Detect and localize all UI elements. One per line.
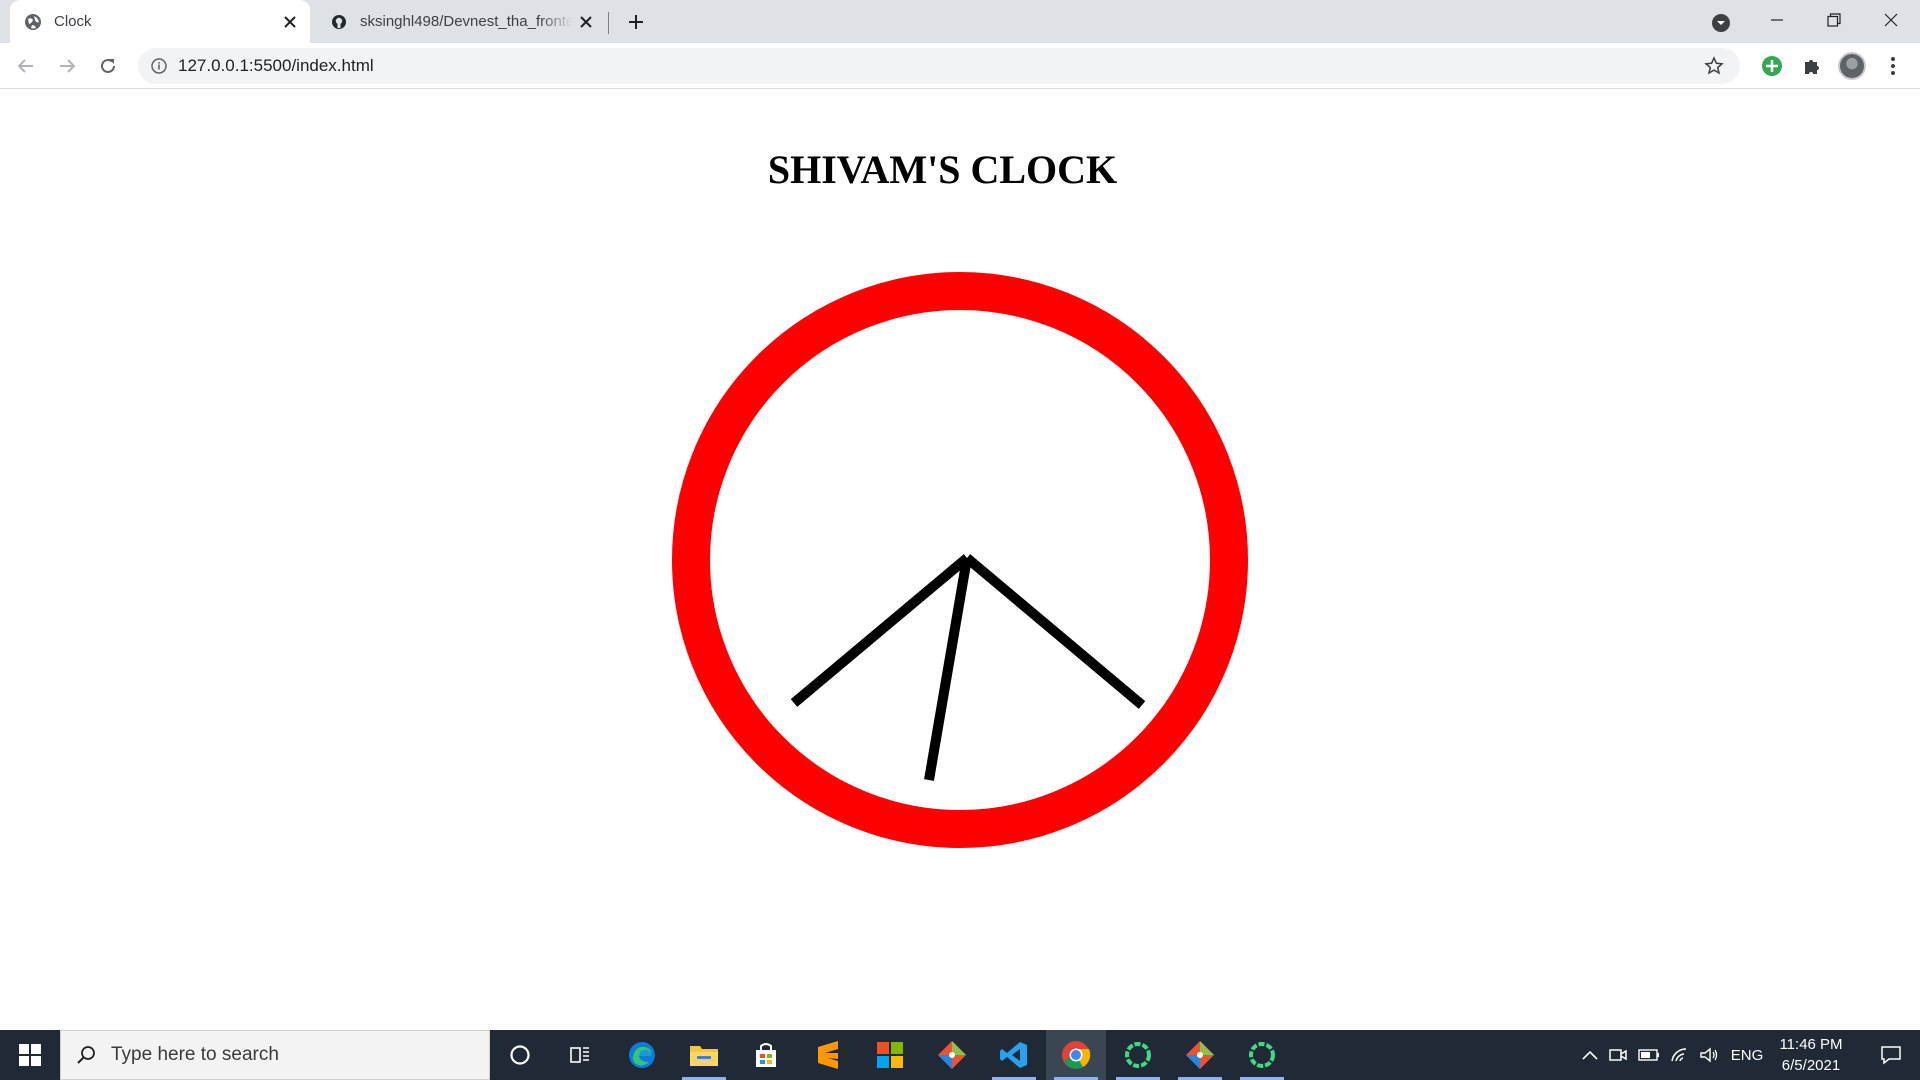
arrow-left-icon: [17, 59, 33, 73]
tab-title: Clock: [54, 13, 92, 30]
chevron-down-circle-icon: [1712, 14, 1730, 32]
info-icon[interactable]: [148, 55, 170, 77]
loading-app-icon: [1125, 1042, 1151, 1068]
task-view-icon: [570, 1047, 589, 1063]
globe-icon: [24, 13, 42, 31]
puzzle-icon: [1805, 60, 1819, 74]
page-title: SHIVAM'S CLOCK: [767, 147, 1118, 192]
wifi-icon: [1671, 1048, 1687, 1062]
minimize-button[interactable]: [1748, 0, 1806, 40]
vscode-app[interactable]: [984, 1030, 1044, 1080]
windows-app[interactable]: [860, 1030, 920, 1080]
browser-menu-button[interactable]: [1877, 50, 1909, 82]
taskbar-search-box[interactable]: Type here to search: [60, 1030, 490, 1080]
git-app[interactable]: [922, 1030, 982, 1080]
git-icon: [1186, 1041, 1214, 1069]
speaker-icon: [1700, 1047, 1718, 1063]
minimize-icon: [1771, 19, 1783, 21]
new-tab-button[interactable]: [620, 6, 652, 38]
close-tab-icon[interactable]: [572, 8, 600, 36]
system-time: 11:46 PM: [1779, 1036, 1843, 1053]
web-page: SHIVAM'S CLOCK: [0, 90, 1920, 1030]
profile-avatar[interactable]: [1838, 52, 1866, 80]
task-view-button[interactable]: [550, 1030, 610, 1080]
restore-icon: [1827, 13, 1841, 27]
address-bar[interactable]: 127.0.0.1:5500/index.html: [138, 48, 1740, 84]
battery-button[interactable]: [1636, 1030, 1662, 1080]
reload-icon: [101, 58, 115, 73]
search-icon: [75, 1044, 97, 1066]
arrow-right-icon: [60, 59, 76, 73]
git-app-2[interactable]: [1170, 1030, 1230, 1080]
volume-button[interactable]: [1696, 1030, 1722, 1080]
store-icon: [756, 1043, 776, 1067]
cortana-icon: [510, 1045, 530, 1065]
forward-button[interactable]: [51, 50, 83, 82]
edge-icon: [629, 1042, 655, 1068]
sublime-text-icon: [818, 1041, 838, 1069]
notification-icon: [1881, 1046, 1901, 1065]
action-center-button[interactable]: [1862, 1030, 1920, 1080]
clock-hand-minute: [963, 554, 1146, 709]
file-explorer-icon: [690, 1046, 718, 1066]
chrome-app[interactable]: [1046, 1030, 1106, 1080]
close-window-button[interactable]: [1862, 0, 1920, 40]
close-tab-icon[interactable]: [276, 8, 304, 36]
file-explorer-app[interactable]: [674, 1030, 734, 1080]
tab-title: sksinghl498/Devnest_tha_frontend: [360, 13, 572, 30]
meet-now-button[interactable]: [1606, 1030, 1630, 1080]
reload-button[interactable]: [92, 50, 124, 82]
bookmark-star-icon[interactable]: [1702, 54, 1726, 78]
loading-app-1[interactable]: [1108, 1030, 1168, 1080]
analog-clock: [672, 272, 1248, 848]
camera-icon: [1609, 1049, 1627, 1061]
close-icon: [1884, 13, 1898, 27]
cortana-button[interactable]: [490, 1030, 550, 1080]
extension-button[interactable]: [1756, 50, 1788, 82]
tab-strip: Clock sksinghl498/Devnest_tha_frontend: [0, 0, 1920, 43]
input-language[interactable]: ENG: [1728, 1030, 1766, 1080]
plus-icon: [629, 15, 643, 29]
loading-app-2[interactable]: [1232, 1030, 1292, 1080]
edge-app[interactable]: [612, 1030, 672, 1080]
tab-github[interactable]: sksinghl498/Devnest_tha_frontend: [316, 0, 606, 43]
store-app[interactable]: [736, 1030, 796, 1080]
windows-logo-icon: [19, 1044, 41, 1066]
green-plus-extension-icon: [1762, 56, 1782, 76]
restore-button[interactable]: [1805, 0, 1863, 40]
kebab-menu-icon: [1891, 57, 1895, 75]
search-placeholder: Type here to search: [111, 1044, 279, 1065]
windows-taskbar: Type here to search ENG 11:46 PM 6/5/202…: [0, 1030, 1920, 1080]
screen: Clock sksinghl498/Devnest_tha_frontend 1…: [0, 0, 1920, 1080]
url-text[interactable]: 127.0.0.1:5500/index.html: [178, 56, 374, 76]
tab-search-button[interactable]: [1706, 8, 1736, 38]
loading-app-icon: [1249, 1042, 1275, 1068]
sublime-text-app[interactable]: [798, 1030, 858, 1080]
git-icon: [938, 1041, 966, 1069]
browser-toolbar: 127.0.0.1:5500/index.html: [0, 43, 1920, 89]
network-button[interactable]: [1668, 1030, 1692, 1080]
back-button[interactable]: [10, 50, 42, 82]
github-icon: [330, 13, 348, 31]
vscode-icon: [1000, 1042, 1027, 1068]
extensions-menu-button[interactable]: [1796, 50, 1828, 82]
chrome-icon: [1062, 1041, 1091, 1069]
system-date: 6/5/2021: [1781, 1057, 1841, 1074]
windows-logo-app-icon: [877, 1042, 903, 1068]
tab-clock[interactable]: Clock: [10, 0, 310, 43]
show-hidden-icons-button[interactable]: [1578, 1030, 1602, 1080]
system-clock[interactable]: 11:46 PM 6/5/2021: [1766, 1034, 1856, 1078]
start-button[interactable]: [0, 1030, 60, 1080]
tab-separator: [608, 12, 609, 34]
battery-icon: [1638, 1049, 1659, 1061]
chevron-up-icon: [1582, 1050, 1598, 1060]
